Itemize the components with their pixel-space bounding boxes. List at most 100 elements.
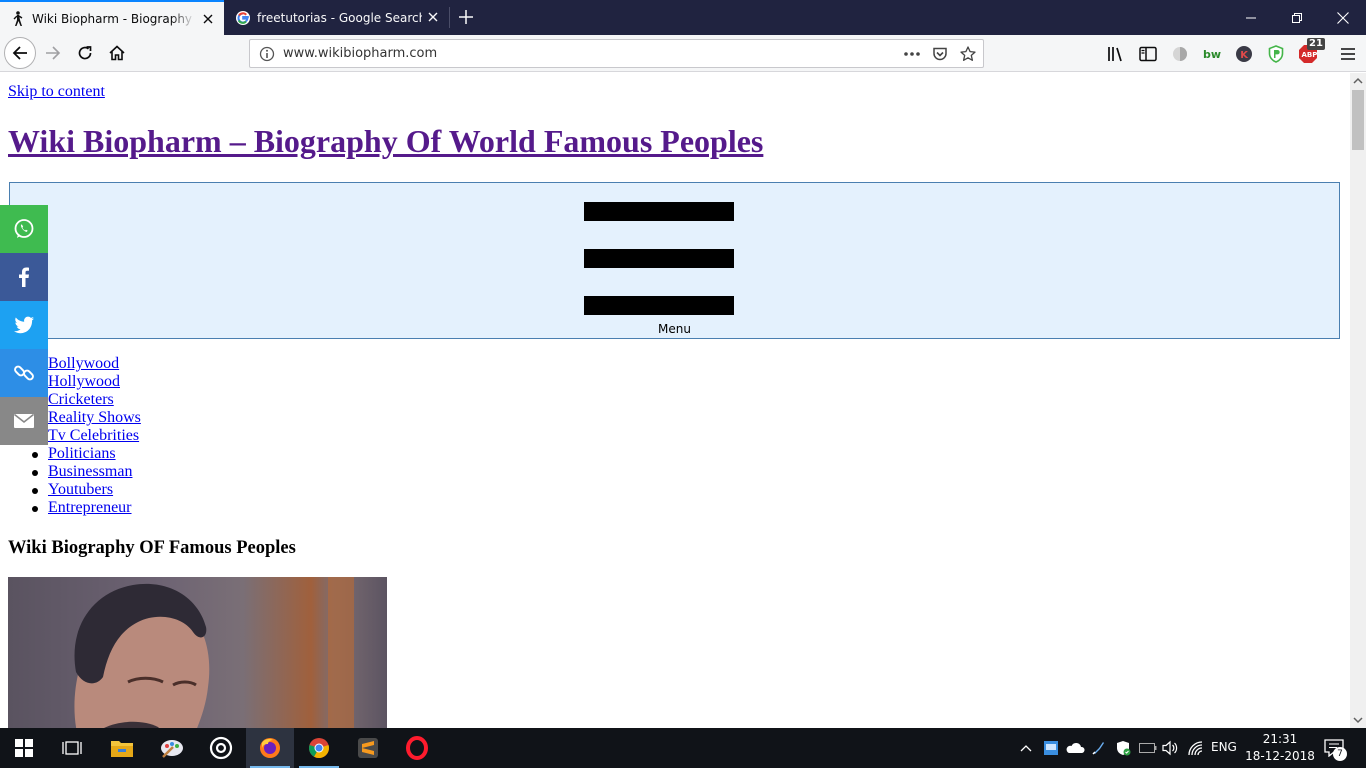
close-icon bbox=[1337, 11, 1349, 24]
browser-tab-strip: Wiki Biopharm - Biography of t freetutor… bbox=[0, 0, 1366, 35]
firefox-taskbar-button[interactable] bbox=[246, 728, 294, 768]
menu-item-hollywood: Hollywood bbox=[32, 373, 141, 391]
menu-link[interactable]: Youtubers bbox=[48, 481, 113, 498]
hamburger-bar bbox=[584, 296, 734, 315]
start-button[interactable] bbox=[0, 728, 48, 768]
chrome-taskbar-button[interactable] bbox=[295, 728, 343, 768]
sidebar-icon[interactable] bbox=[1138, 44, 1158, 64]
scroll-down-arrow-icon bbox=[1353, 717, 1363, 724]
svg-text:K: K bbox=[1240, 50, 1249, 61]
new-tab-button[interactable] bbox=[455, 6, 477, 28]
web-page: Skip to content Wiki Biopharm – Biograph… bbox=[0, 73, 1350, 728]
volume-icon[interactable] bbox=[1161, 738, 1181, 758]
url-text[interactable]: www.wikibiopharm.com bbox=[283, 46, 437, 61]
menu-item-bollywood: Bollywood bbox=[32, 355, 141, 373]
category-menu: Bollywood Hollywood Cricketers Reality S… bbox=[32, 355, 141, 517]
svg-text:ABP: ABP bbox=[1302, 51, 1318, 59]
adblock-icon[interactable]: ABP 21 bbox=[1298, 38, 1325, 64]
scroll-up-arrow-icon bbox=[1353, 77, 1363, 84]
action-center-button[interactable]: 7 bbox=[1324, 738, 1347, 761]
close-tab-icon[interactable] bbox=[425, 9, 441, 25]
music-disc-icon bbox=[209, 736, 233, 760]
whatsapp-icon bbox=[14, 219, 34, 238]
bluetooth-tray-icon[interactable] bbox=[1089, 738, 1109, 758]
site-info-icon[interactable] bbox=[258, 45, 276, 63]
menu-link[interactable]: Tv Celebrities bbox=[48, 427, 139, 444]
menu-link[interactable]: Entrepreneur bbox=[48, 499, 132, 516]
home-button[interactable] bbox=[102, 38, 132, 68]
close-tab-icon[interactable] bbox=[200, 11, 216, 27]
tab-google-search[interactable]: freetutorias - Google Search bbox=[225, 0, 449, 35]
onedrive-icon[interactable] bbox=[1065, 738, 1085, 758]
forward-arrow-icon bbox=[46, 46, 61, 60]
forward-button[interactable] bbox=[38, 38, 68, 68]
minimize-icon bbox=[1246, 17, 1256, 18]
sublime-icon bbox=[358, 738, 378, 758]
back-button[interactable] bbox=[4, 37, 36, 69]
windows-taskbar: ENG 21:31 18-12-2018 7 bbox=[0, 728, 1366, 768]
twitter-share-button[interactable] bbox=[0, 301, 48, 349]
facebook-icon bbox=[19, 267, 29, 287]
menu-toggle-button[interactable]: Menu bbox=[9, 182, 1340, 339]
task-view-button[interactable] bbox=[48, 728, 96, 768]
restore-button[interactable] bbox=[1274, 0, 1320, 35]
task-view-icon bbox=[62, 741, 82, 755]
taskbar-clock[interactable]: 21:31 18-12-2018 bbox=[1245, 731, 1315, 765]
email-share-button[interactable] bbox=[0, 397, 48, 445]
featured-person-photo[interactable] bbox=[8, 577, 387, 728]
menu-label: Menu bbox=[658, 322, 691, 336]
back-arrow-icon bbox=[12, 46, 27, 60]
wifi-icon[interactable] bbox=[1186, 738, 1206, 758]
navigation-toolbar: www.wikibiopharm.com bw K ABP 21 bbox=[0, 35, 1366, 72]
menu-item-entrepreneur: Entrepreneur bbox=[32, 499, 141, 517]
address-bar[interactable]: www.wikibiopharm.com bbox=[249, 39, 984, 68]
twitter-icon bbox=[14, 316, 34, 334]
opera-button[interactable] bbox=[393, 728, 441, 768]
menu-item-tv-celebrities: Tv Celebrities bbox=[32, 427, 141, 445]
show-hidden-icons-button[interactable] bbox=[1016, 738, 1036, 758]
home-icon bbox=[109, 45, 125, 61]
menu-item-politicians: Politicians bbox=[32, 445, 141, 463]
copy-link-share-button[interactable] bbox=[0, 349, 48, 397]
page-actions-icon[interactable] bbox=[903, 45, 921, 63]
battery-icon[interactable] bbox=[1138, 738, 1158, 758]
paint-app-button[interactable] bbox=[148, 728, 196, 768]
menu-link[interactable]: Cricketers bbox=[48, 391, 114, 408]
groove-music-button[interactable] bbox=[197, 728, 245, 768]
sublime-text-button[interactable] bbox=[344, 728, 392, 768]
extension-bw-icon[interactable]: bw bbox=[1202, 44, 1222, 64]
facebook-share-button[interactable] bbox=[0, 253, 48, 301]
menu-link[interactable]: Bollywood bbox=[48, 355, 119, 372]
close-window-button[interactable] bbox=[1320, 0, 1366, 35]
chevron-up-icon bbox=[1020, 745, 1032, 752]
scrollbar-thumb[interactable] bbox=[1352, 90, 1364, 150]
menu-link[interactable]: Politicians bbox=[48, 445, 116, 462]
skip-to-content-link[interactable]: Skip to content bbox=[8, 83, 105, 101]
hamburger-bar bbox=[584, 249, 734, 268]
file-explorer-button[interactable] bbox=[98, 728, 146, 768]
tab-wiki-biopharm[interactable]: Wiki Biopharm - Biography of t bbox=[0, 0, 224, 35]
bookmark-star-icon[interactable] bbox=[959, 45, 977, 63]
input-language-indicator[interactable]: ENG bbox=[1211, 740, 1237, 754]
reload-icon bbox=[78, 46, 92, 60]
pocket-icon[interactable] bbox=[931, 45, 949, 63]
security-shield-icon[interactable] bbox=[1113, 738, 1133, 758]
tab-title: freetutorias - Google Search bbox=[257, 10, 422, 25]
extension-grey-icon[interactable] bbox=[1170, 44, 1190, 64]
page-scrollbar[interactable] bbox=[1350, 73, 1366, 728]
hamburger-menu-icon[interactable] bbox=[1338, 44, 1358, 64]
whatsapp-share-button[interactable] bbox=[0, 205, 48, 253]
minimize-button[interactable] bbox=[1228, 0, 1274, 35]
monitor-tray-icon bbox=[1044, 741, 1058, 755]
extension-vpn-shield-icon[interactable] bbox=[1266, 44, 1286, 64]
reload-button[interactable] bbox=[70, 38, 100, 68]
menu-link[interactable]: Reality Shows bbox=[48, 409, 141, 426]
menu-item-cricketers: Cricketers bbox=[32, 391, 141, 409]
library-icon[interactable] bbox=[1106, 44, 1126, 64]
menu-link[interactable]: Hollywood bbox=[48, 373, 120, 390]
site-title-link[interactable]: Wiki Biopharm – Biography Of World Famou… bbox=[8, 123, 763, 160]
menu-link[interactable]: Businessman bbox=[48, 463, 132, 480]
tray-app-icon[interactable] bbox=[1041, 738, 1061, 758]
portrait-illustration bbox=[74, 577, 354, 728]
extension-k-icon[interactable]: K bbox=[1234, 44, 1254, 64]
